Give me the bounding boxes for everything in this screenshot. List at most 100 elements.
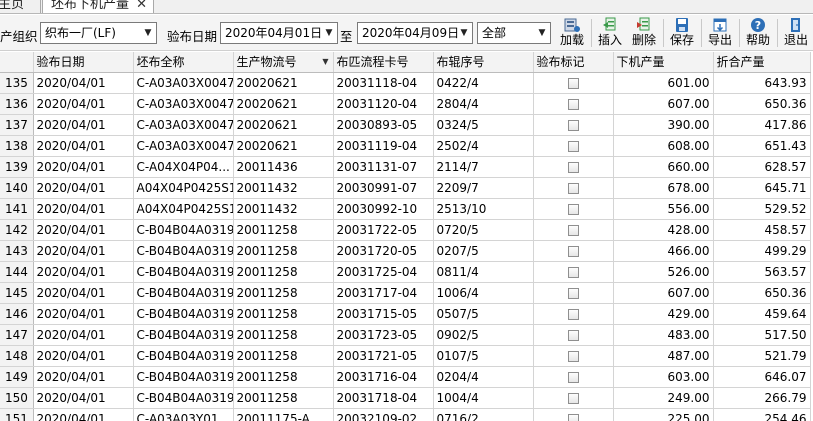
tab-fabric-output[interactable]: 坯布下机产量 ✕: [42, 0, 154, 13]
cell-date[interactable]: 2020/04/01: [33, 198, 134, 220]
cell-fabric-name[interactable]: C-B04B04A0319: [133, 387, 234, 409]
cell-roll-no[interactable]: 0204/4: [433, 366, 534, 388]
cell-fabric-name[interactable]: C-B04B04A0319: [133, 324, 234, 346]
cell-output[interactable]: 607.00: [613, 282, 714, 304]
inspect-checkbox[interactable]: [567, 350, 579, 362]
table-row[interactable]: 139 2020/04/01 C-A04X04P04... 20011436 20031…: [0, 156, 811, 178]
cell-roll-no[interactable]: 2513/10: [433, 198, 534, 220]
inspect-checkbox[interactable]: [567, 392, 579, 404]
cell-inspect-mark[interactable]: [533, 114, 614, 136]
inspect-checkbox[interactable]: [567, 203, 579, 215]
cell-lot-no[interactable]: 20011175-A: [233, 408, 334, 421]
table-row[interactable]: 147 2020/04/01 C-B04B04A0319 20011258 200317…: [0, 324, 811, 346]
cell-date[interactable]: 2020/04/01: [33, 135, 134, 157]
cell-fabric-name[interactable]: A04X04P0425S1: [133, 198, 234, 220]
cell-card-no[interactable]: 20030992-10: [333, 198, 434, 220]
cell-output[interactable]: 249.00: [613, 387, 714, 409]
inspect-checkbox[interactable]: [567, 308, 579, 320]
cell-converted[interactable]: 628.57: [713, 156, 811, 178]
cell-roll-no[interactable]: 2114/7: [433, 156, 534, 178]
cell-inspect-mark[interactable]: [533, 387, 614, 409]
cell-card-no[interactable]: 20031722-05: [333, 219, 434, 241]
cell-converted[interactable]: 651.43: [713, 135, 811, 157]
cell-inspect-mark[interactable]: [533, 93, 614, 115]
cell-lot-no[interactable]: 20011258: [233, 240, 334, 262]
cell-lot-no[interactable]: 20011432: [233, 198, 334, 220]
cell-roll-no[interactable]: 2209/7: [433, 177, 534, 199]
cell-converted[interactable]: 254.46: [713, 408, 811, 421]
cell-inspect-mark[interactable]: [533, 408, 614, 421]
col-header-converted[interactable]: 折合产量: [713, 52, 811, 73]
cell-date[interactable]: 2020/04/01: [33, 408, 134, 421]
cell-card-no[interactable]: 20031725-04: [333, 261, 434, 283]
col-header-output[interactable]: 下机产量: [613, 52, 714, 73]
cell-output[interactable]: 556.00: [613, 198, 714, 220]
cell-roll-no[interactable]: 0716/2: [433, 408, 534, 421]
cell-lot-no[interactable]: 20020621: [233, 93, 334, 115]
cell-fabric-name[interactable]: C-B04B04A0319: [133, 345, 234, 367]
cell-inspect-mark[interactable]: [533, 261, 614, 283]
cell-date[interactable]: 2020/04/01: [33, 345, 134, 367]
inspect-checkbox[interactable]: [567, 329, 579, 341]
table-row[interactable]: 148 2020/04/01 C-B04B04A0319 20011258 200317…: [0, 345, 811, 367]
cell-card-no[interactable]: 20031118-04: [333, 72, 434, 94]
cell-roll-no[interactable]: 0720/5: [433, 219, 534, 241]
cell-inspect-mark[interactable]: [533, 240, 614, 262]
cell-date[interactable]: 2020/04/01: [33, 366, 134, 388]
export-button[interactable]: 导出: [703, 17, 737, 49]
cell-roll-no[interactable]: 0324/5: [433, 114, 534, 136]
cell-roll-no[interactable]: 1006/4: [433, 282, 534, 304]
table-row[interactable]: 137 2020/04/01 C-A03A03X0047 20020621 200308…: [0, 114, 811, 136]
col-header-fabric-name[interactable]: 坯布全称: [133, 52, 234, 73]
table-row[interactable]: 151 2020/04/01 C-A03A03Y01... 20011175-A 200…: [0, 408, 811, 421]
inspect-checkbox[interactable]: [567, 98, 579, 110]
cell-converted[interactable]: 266.79: [713, 387, 811, 409]
cell-roll-no[interactable]: 1004/4: [433, 387, 534, 409]
load-button[interactable]: 加载: [555, 17, 589, 49]
cell-lot-no[interactable]: 20020621: [233, 72, 334, 94]
date-to-picker[interactable]: 2020年04月09日 ▼: [357, 22, 473, 44]
cell-card-no[interactable]: 20031718-04: [333, 387, 434, 409]
cell-lot-no[interactable]: 20011258: [233, 219, 334, 241]
cell-date[interactable]: 2020/04/01: [33, 282, 134, 304]
cell-card-no[interactable]: 20031715-05: [333, 303, 434, 325]
cell-output[interactable]: 607.00: [613, 93, 714, 115]
close-icon[interactable]: ✕: [136, 0, 147, 13]
cell-card-no[interactable]: 20032109-02: [333, 408, 434, 421]
cell-fabric-name[interactable]: C-B04B04A0319: [133, 303, 234, 325]
cell-lot-no[interactable]: 20020621: [233, 135, 334, 157]
cell-card-no[interactable]: 20031119-04: [333, 135, 434, 157]
cell-output[interactable]: 225.00: [613, 408, 714, 421]
inspect-checkbox[interactable]: [567, 77, 579, 89]
cell-date[interactable]: 2020/04/01: [33, 219, 134, 241]
cell-output[interactable]: 466.00: [613, 240, 714, 262]
cell-converted[interactable]: 417.86: [713, 114, 811, 136]
cell-output[interactable]: 660.00: [613, 156, 714, 178]
inspect-checkbox[interactable]: [567, 119, 579, 131]
org-select[interactable]: 织布一厂(LF) ▼: [40, 22, 157, 44]
cell-output[interactable]: 608.00: [613, 135, 714, 157]
cell-card-no[interactable]: 20031717-04: [333, 282, 434, 304]
cell-roll-no[interactable]: 2502/4: [433, 135, 534, 157]
cell-roll-no[interactable]: 0107/5: [433, 345, 534, 367]
cell-date[interactable]: 2020/04/01: [33, 156, 134, 178]
cell-roll-no[interactable]: 0207/5: [433, 240, 534, 262]
table-row[interactable]: 142 2020/04/01 C-B04B04A0319 20011258 200317…: [0, 219, 811, 241]
tab-home[interactable]: 主页面: [0, 0, 41, 13]
cell-inspect-mark[interactable]: [533, 219, 614, 241]
cell-inspect-mark[interactable]: [533, 345, 614, 367]
inspect-checkbox[interactable]: [567, 371, 579, 383]
filter-select[interactable]: 全部 ▼: [477, 22, 551, 44]
inspect-checkbox[interactable]: [567, 161, 579, 173]
table-row[interactable]: 138 2020/04/01 C-A03A03X0047 20020621 200311…: [0, 135, 811, 157]
col-header-inspect-mark[interactable]: 验布标记: [533, 52, 614, 73]
cell-output[interactable]: 428.00: [613, 219, 714, 241]
cell-output[interactable]: 483.00: [613, 324, 714, 346]
table-row[interactable]: 150 2020/04/01 C-B04B04A0319 20011258 200317…: [0, 387, 811, 409]
cell-date[interactable]: 2020/04/01: [33, 177, 134, 199]
cell-inspect-mark[interactable]: [533, 135, 614, 157]
cell-fabric-name[interactable]: C-A04X04P04...: [133, 156, 234, 178]
cell-inspect-mark[interactable]: [533, 198, 614, 220]
cell-card-no[interactable]: 20031723-05: [333, 324, 434, 346]
cell-date[interactable]: 2020/04/01: [33, 72, 134, 94]
